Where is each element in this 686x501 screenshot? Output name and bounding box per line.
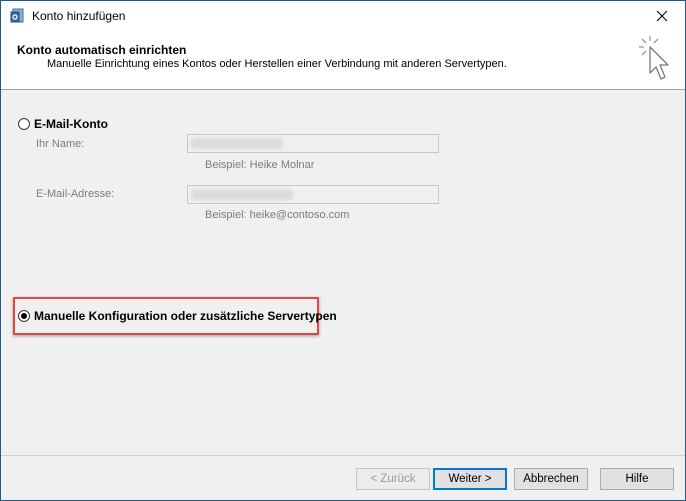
header-title: Konto automatisch einrichten bbox=[17, 43, 187, 57]
name-input[interactable] bbox=[187, 134, 439, 153]
dialog-window: Konto hinzufügen Konto automatisch einri… bbox=[0, 0, 686, 501]
header-subtitle: Manuelle Einrichtung eines Kontos oder H… bbox=[47, 58, 507, 70]
next-button[interactable]: Weiter > bbox=[433, 468, 507, 490]
email-example-hint: Beispiel: heike@contoso.com bbox=[205, 209, 350, 221]
email-account-radio[interactable] bbox=[18, 118, 30, 130]
click-cursor-icon bbox=[639, 36, 669, 80]
email-account-label: E-Mail-Konto bbox=[34, 117, 108, 131]
cancel-button[interactable]: Abbrechen bbox=[514, 468, 588, 490]
window-title: Konto hinzufügen bbox=[32, 9, 126, 23]
email-field-label: E-Mail-Adresse: bbox=[36, 188, 115, 200]
close-button[interactable] bbox=[639, 1, 685, 31]
name-example-hint: Beispiel: Heike Molnar bbox=[205, 159, 315, 171]
email-input[interactable] bbox=[187, 185, 439, 204]
title-bar[interactable]: Konto hinzufügen bbox=[1, 1, 685, 32]
redacted-email-value bbox=[191, 189, 293, 200]
name-field-label: Ihr Name: bbox=[36, 138, 85, 150]
wizard-content: E-Mail-Konto Ihr Name: Beispiel: Heike M… bbox=[1, 90, 685, 450]
radio-selected-dot bbox=[21, 313, 27, 319]
outlook-app-icon bbox=[10, 8, 24, 23]
redacted-name-value bbox=[191, 138, 283, 149]
manual-config-radio[interactable] bbox=[18, 310, 30, 322]
manual-config-option[interactable]: Manuelle Konfiguration oder zusätzliche … bbox=[18, 309, 337, 323]
email-account-option[interactable]: E-Mail-Konto bbox=[18, 117, 108, 131]
back-button[interactable]: < Zurück bbox=[356, 468, 430, 490]
button-separator bbox=[1, 455, 685, 456]
close-icon bbox=[656, 10, 668, 22]
help-button[interactable]: Hilfe bbox=[600, 468, 674, 490]
manual-config-label: Manuelle Konfiguration oder zusätzliche … bbox=[34, 309, 337, 323]
wizard-header: Konto automatisch einrichten Manuelle Ei… bbox=[1, 31, 685, 90]
